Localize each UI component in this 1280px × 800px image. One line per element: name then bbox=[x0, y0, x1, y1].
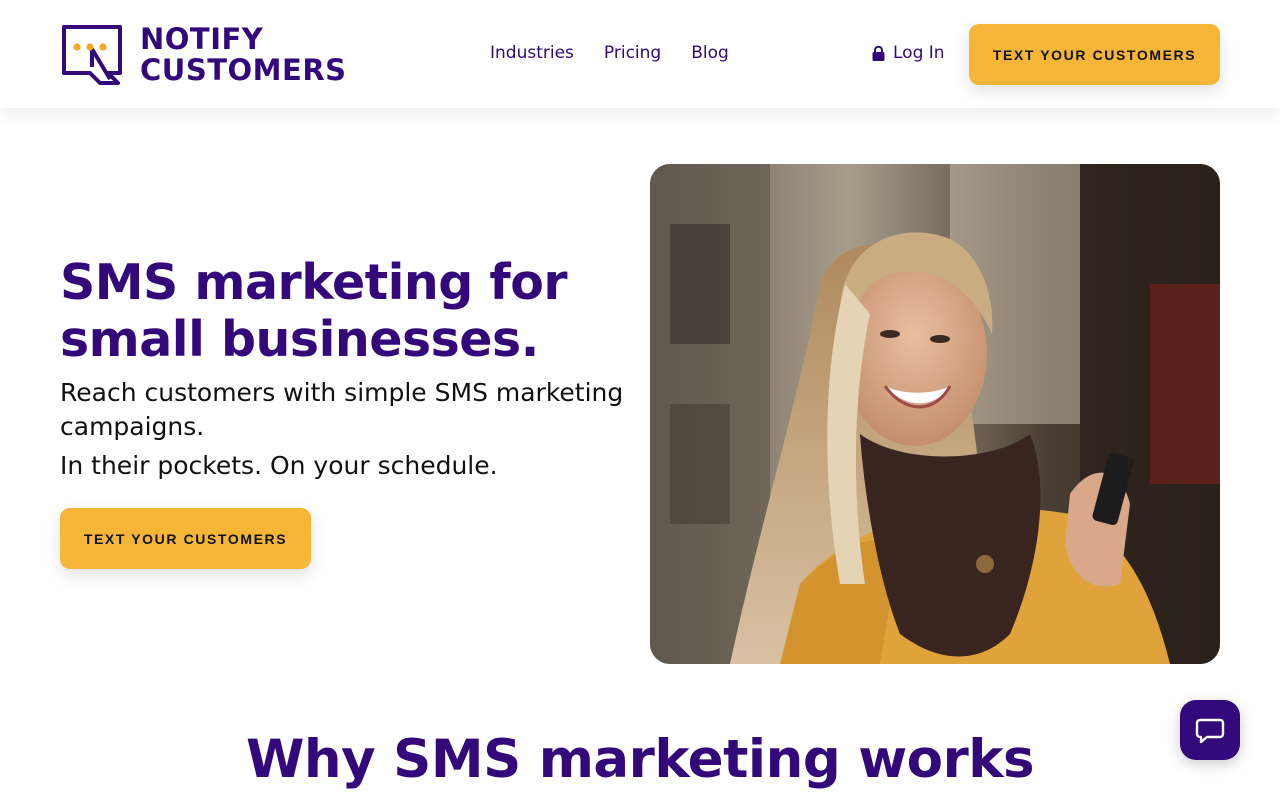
hero-title: SMS marketing for small businesses. bbox=[60, 254, 568, 368]
chat-bubble-logo-icon bbox=[62, 25, 122, 85]
nav-pricing[interactable]: Pricing bbox=[604, 43, 661, 63]
brand-line1: NOTIFY bbox=[140, 22, 264, 56]
brand-wordmark: NOTIFY CUSTOMERS bbox=[140, 24, 347, 86]
section-title: Why SMS marketing works bbox=[245, 729, 1035, 790]
woman-with-phone-photo bbox=[650, 164, 1220, 664]
hero-photo bbox=[650, 164, 1220, 664]
login-link[interactable]: Log In bbox=[872, 43, 945, 63]
brand-line2: CUSTOMERS bbox=[140, 53, 347, 87]
brand-logo[interactable]: NOTIFY CUSTOMERS bbox=[60, 22, 350, 88]
login-label: Log In bbox=[893, 43, 945, 63]
nav-industries[interactable]: Industries bbox=[490, 43, 574, 63]
hero-tagline: In their pockets. On your schedule. bbox=[60, 451, 498, 480]
hero-subtitle: Reach customers with simple SMS marketin… bbox=[60, 378, 624, 441]
site-header: NOTIFY CUSTOMERS Industries Pricing Blog… bbox=[0, 0, 1280, 108]
nav-blog[interactable]: Blog bbox=[691, 43, 729, 63]
hero-cta-button[interactable]: TEXT YOUR CUSTOMERS bbox=[60, 508, 311, 569]
chat-bubble-icon bbox=[1195, 718, 1225, 744]
header-cta-button[interactable]: TEXT YOUR CUSTOMERS bbox=[969, 24, 1220, 85]
chat-widget-button[interactable] bbox=[1180, 700, 1240, 760]
main-nav: Industries Pricing Blog bbox=[490, 43, 729, 63]
lock-icon bbox=[872, 45, 885, 61]
